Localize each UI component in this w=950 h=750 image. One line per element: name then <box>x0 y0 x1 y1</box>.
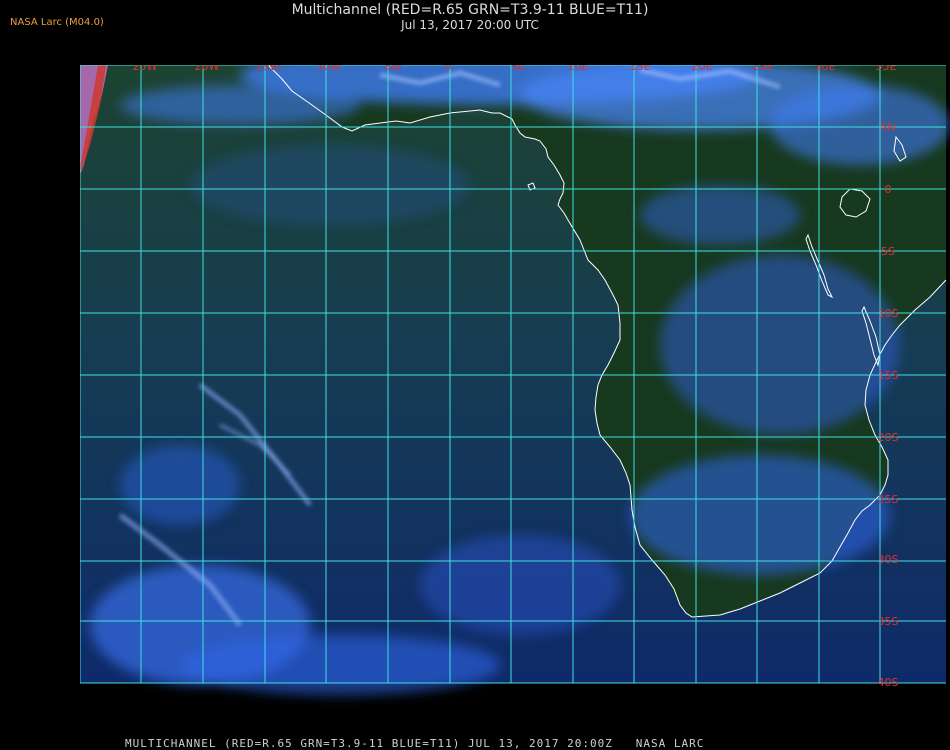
lon-label-5e: 5E <box>511 65 525 73</box>
lon-label-25w: 25W <box>133 65 158 73</box>
footer-caption: MULTICHANNEL (RED=R.65 GRN=T3.9-11 BLUE=… <box>125 737 705 750</box>
lat-label-5s: 5S <box>881 245 895 258</box>
no-data-band <box>80 683 950 727</box>
lat-label-15s: 15S <box>878 369 899 382</box>
lon-label-25e: 25E <box>753 65 774 73</box>
lat-label-25s: 25S <box>878 493 899 506</box>
lon-label-15w: 15W <box>256 65 281 73</box>
lon-label-10e: 10E <box>568 65 589 73</box>
lon-label-10w: 10W <box>317 65 342 73</box>
lon-label-30e: 30E <box>815 65 836 73</box>
image-title: Multichannel (RED=R.65 GRN=T3.9-11 BLUE=… <box>291 2 649 18</box>
satellite-image: 25W 20W 15W 10W 5W 0 5E 10E 15E 20E 25E … <box>80 65 950 727</box>
lat-label-30s: 30S <box>878 553 899 566</box>
lon-label-35e: 35E <box>876 65 897 73</box>
lat-label-10s: 10S <box>878 307 899 320</box>
lat-label-5n: 5N <box>880 121 895 134</box>
satellite-map: 25W 20W 15W 10W 5W 0 5E 10E 15E 20E 25E … <box>80 65 950 727</box>
lat-label-35s: 35S <box>878 615 899 628</box>
lon-label-0: 0 <box>445 65 452 73</box>
lon-label-20w: 20W <box>195 65 220 73</box>
image-timestamp: Jul 13, 2017 20:00 UTC <box>401 18 539 32</box>
lat-label-40s: 40S <box>878 676 899 689</box>
lon-label-15e: 15E <box>630 65 651 73</box>
lon-label-20e: 20E <box>692 65 713 73</box>
lon-label-5w: 5W <box>384 65 402 73</box>
lat-label-0: 0 <box>885 183 892 196</box>
lat-label-20s: 20S <box>878 431 899 444</box>
